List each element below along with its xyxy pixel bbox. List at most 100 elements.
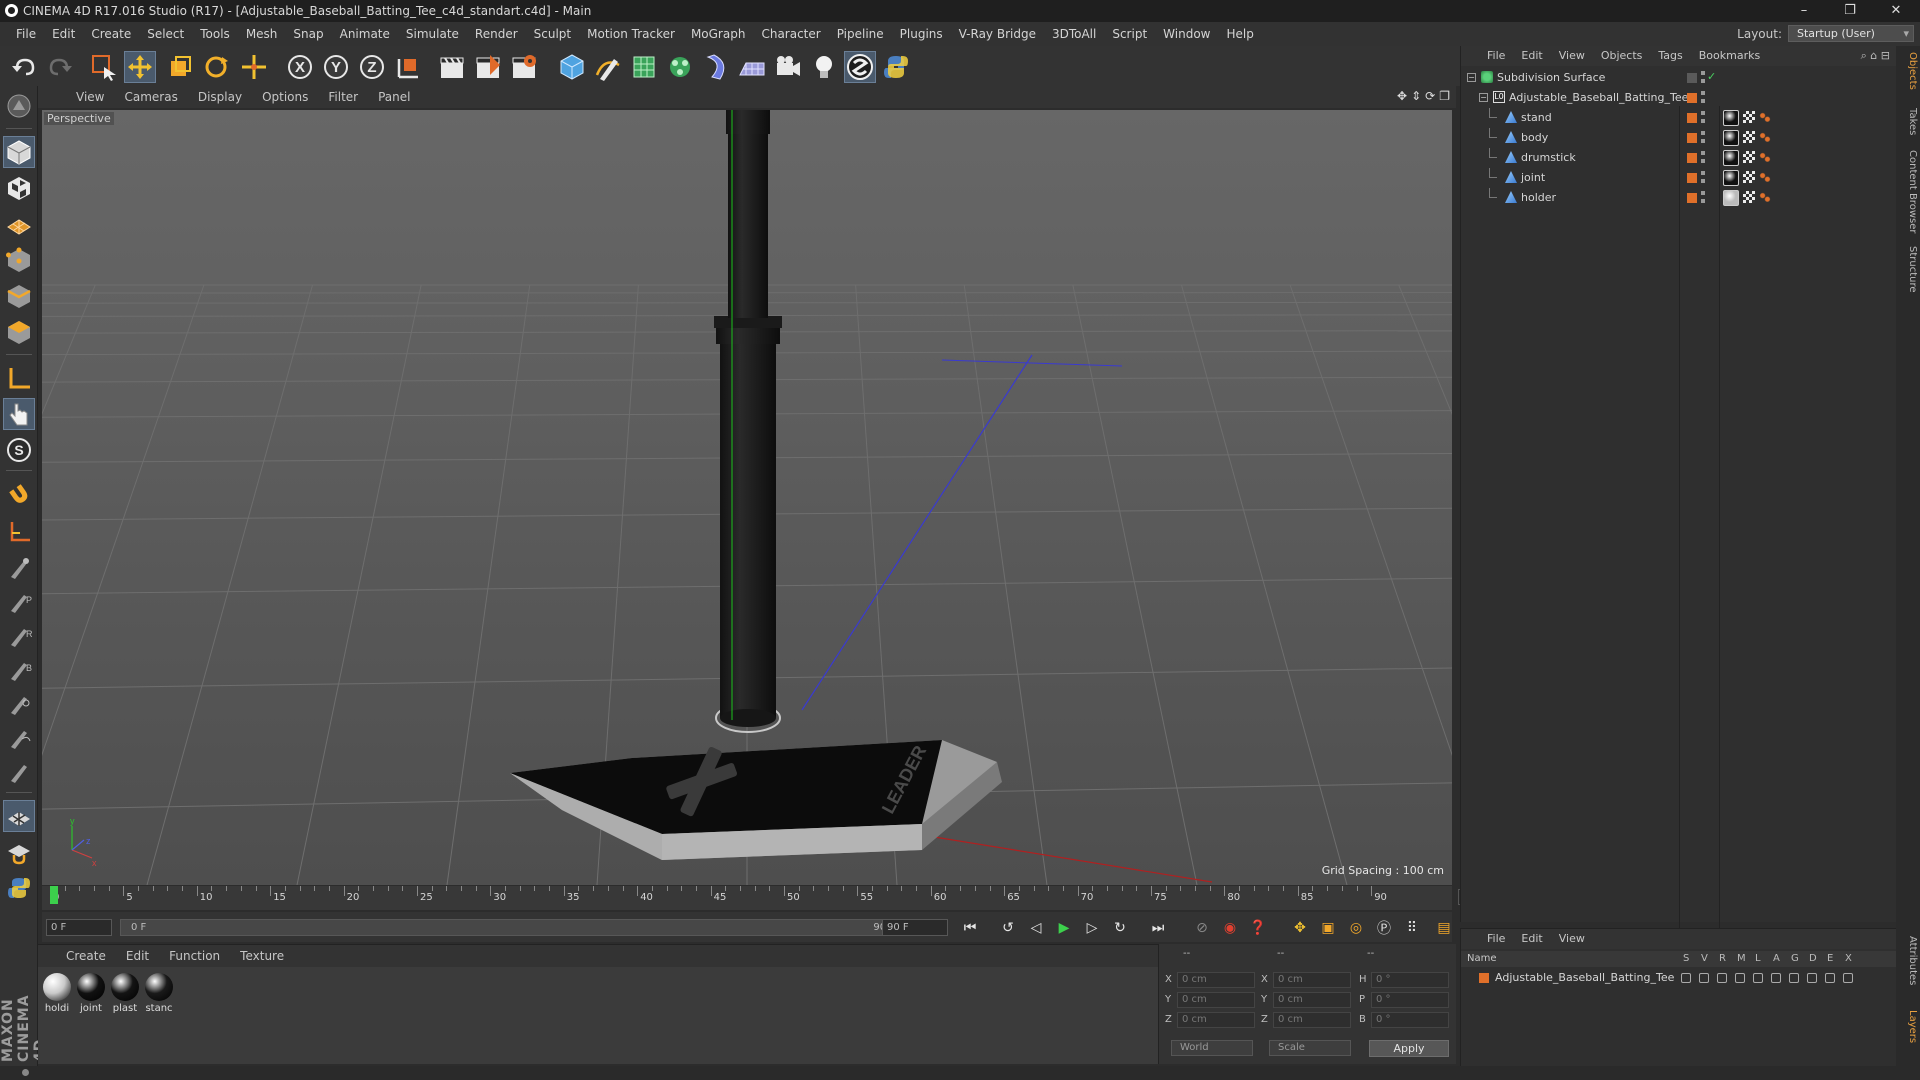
material-swatch[interactable]: joint (76, 973, 106, 1014)
phong-tag-icon[interactable] (1759, 132, 1771, 144)
material-tag-icon[interactable] (1723, 110, 1739, 126)
menu-tools[interactable]: Tools (192, 22, 238, 46)
viewport-menu-view[interactable]: View (66, 86, 114, 108)
texture-tag-icon[interactable] (1743, 131, 1755, 143)
add-cube-button[interactable] (556, 51, 588, 83)
texture-tag-icon[interactable] (1743, 111, 1755, 123)
add-deformer-button[interactable] (700, 51, 732, 83)
key-parameter-button[interactable]: Ⓟ (1372, 917, 1396, 939)
visibility-dots-icon[interactable] (1701, 71, 1705, 85)
vray-bridge-button[interactable] (844, 51, 876, 83)
add-camera-button[interactable] (772, 51, 804, 83)
object-menu-file[interactable]: File (1479, 46, 1513, 66)
viewport-pan-icon[interactable]: ✥ (1397, 89, 1407, 103)
x-axis-lock-button[interactable]: X (284, 51, 316, 83)
move-tool-button[interactable] (124, 51, 156, 83)
coord-value-field[interactable]: 0 cm (1177, 972, 1255, 988)
layer-flag-toggle-icon[interactable] (1717, 973, 1727, 983)
frame-range-slider[interactable]: 0 F 90 F (120, 919, 910, 936)
render-to-picture-viewer-button[interactable] (472, 51, 504, 83)
object-row[interactable]: joint (1461, 168, 1897, 188)
layer-color-swatch[interactable] (1687, 173, 1697, 183)
timeline-ruler[interactable]: 051015202530354045505560657075808590 0 F (42, 886, 1520, 910)
coord-value-field[interactable]: 0 ° (1371, 972, 1449, 988)
object-row[interactable]: drumstick (1461, 148, 1897, 168)
edges-mode-button[interactable] (3, 280, 35, 312)
play-button[interactable]: ▶ (1052, 917, 1076, 939)
coord-value-field[interactable]: 0 ° (1371, 992, 1449, 1008)
visibility-dots-icon[interactable] (1701, 171, 1705, 185)
viewport-maximize-icon[interactable]: ❐ (1439, 89, 1450, 103)
material-menu-function[interactable]: Function (159, 945, 230, 967)
expand-toggle-icon[interactable]: − (1479, 93, 1488, 102)
add-spline-button[interactable] (592, 51, 624, 83)
viewport-menu-options[interactable]: Options (252, 86, 318, 108)
close-button[interactable]: ✕ (1876, 1, 1916, 21)
menu-plugins[interactable]: Plugins (892, 22, 951, 46)
coord-value-field[interactable]: 0 cm (1273, 1012, 1351, 1028)
material-swatch[interactable]: plast (110, 973, 140, 1014)
object-name[interactable]: stand (1521, 111, 1552, 124)
material-swatch[interactable]: stanc (144, 973, 174, 1014)
coord-value-field[interactable]: 0 ° (1371, 1012, 1449, 1028)
object-row[interactable]: holder (1461, 188, 1897, 208)
object-row[interactable]: − L0 Adjustable_Baseball_Batting_Tee (1461, 88, 1897, 108)
tab-content-browser[interactable]: Content Browser (1898, 150, 1918, 233)
material-tag-icon[interactable] (1723, 150, 1739, 166)
scale-tool-button[interactable] (164, 51, 196, 83)
layer-flag-toggle-icon[interactable] (1753, 973, 1763, 983)
layer-menu-edit[interactable]: Edit (1513, 929, 1550, 949)
live-selection-button[interactable] (88, 51, 120, 83)
material-swatch[interactable]: holdi (42, 973, 72, 1014)
minimize-button[interactable]: – (1784, 1, 1824, 21)
render-settings-button[interactable] (508, 51, 540, 83)
layer-menu-file[interactable]: File (1479, 929, 1513, 949)
layer-color-swatch[interactable] (1687, 113, 1697, 123)
recent-tool-button[interactable] (238, 51, 270, 83)
layer-color-swatch[interactable] (1687, 193, 1697, 203)
menu-animate[interactable]: Animate (332, 22, 398, 46)
viewport-camera-label[interactable]: Perspective (44, 112, 114, 125)
material-tag-icon[interactable] (1723, 130, 1739, 146)
menu-file[interactable]: File (8, 22, 44, 46)
autokey-button[interactable]: ◉ (1218, 917, 1242, 939)
phong-tag-icon[interactable] (1759, 172, 1771, 184)
key-rotation-button[interactable]: ◎ (1344, 917, 1368, 939)
workplane-mode-button[interactable] (3, 208, 35, 240)
menu-simulate[interactable]: Simulate (398, 22, 467, 46)
coord-space-dropdown[interactable]: World (1171, 1040, 1253, 1056)
key-scale-button[interactable]: ▣ (1316, 917, 1340, 939)
texture-tag-icon[interactable] (1743, 171, 1755, 183)
tab-objects[interactable]: Objects (1898, 52, 1918, 90)
layer-row[interactable]: Adjustable_Baseball_Batting_Tee (1461, 969, 1897, 987)
menu-mograph[interactable]: MoGraph (683, 22, 754, 46)
key-position-button[interactable]: ✥ (1288, 917, 1312, 939)
z-axis-lock-button[interactable]: Z (356, 51, 388, 83)
3d-viewport[interactable]: LEADER y x z Perspective Grid Spacing : … (42, 110, 1452, 885)
apply-button[interactable]: Apply (1369, 1040, 1449, 1057)
add-nurbs-button[interactable] (628, 51, 660, 83)
menu-character[interactable]: Character (753, 22, 828, 46)
snap-button[interactable]: S (3, 434, 35, 466)
key-pla-button[interactable]: ⠿ (1400, 917, 1424, 939)
python-script-button[interactable] (880, 51, 912, 83)
layer-flag-toggle-icon[interactable] (1771, 973, 1781, 983)
object-row[interactable]: body (1461, 128, 1897, 148)
menu-script[interactable]: Script (1104, 22, 1155, 46)
rotate-tool-button[interactable] (200, 51, 232, 83)
layer-color-swatch[interactable] (1479, 973, 1489, 983)
layer-flag-toggle-icon[interactable] (1825, 973, 1835, 983)
object-row[interactable]: stand (1461, 108, 1897, 128)
menu-window[interactable]: Window (1155, 22, 1218, 46)
coord-value-field[interactable]: 0 cm (1177, 992, 1255, 1008)
layer-flag-toggle-icon[interactable] (1807, 973, 1817, 983)
layer-flag-toggle-icon[interactable] (1789, 973, 1799, 983)
menu-sculpt[interactable]: Sculpt (526, 22, 579, 46)
tab-structure[interactable]: Structure (1898, 246, 1918, 293)
record-keys-button[interactable]: ⊘ (1190, 917, 1214, 939)
menu-motion-tracker[interactable]: Motion Tracker (579, 22, 683, 46)
material-tag-icon[interactable] (1723, 170, 1739, 186)
previous-frame-button[interactable]: ◁ (1024, 917, 1048, 939)
redo-button[interactable] (44, 51, 76, 83)
brush-tool-button[interactable] (3, 552, 35, 584)
